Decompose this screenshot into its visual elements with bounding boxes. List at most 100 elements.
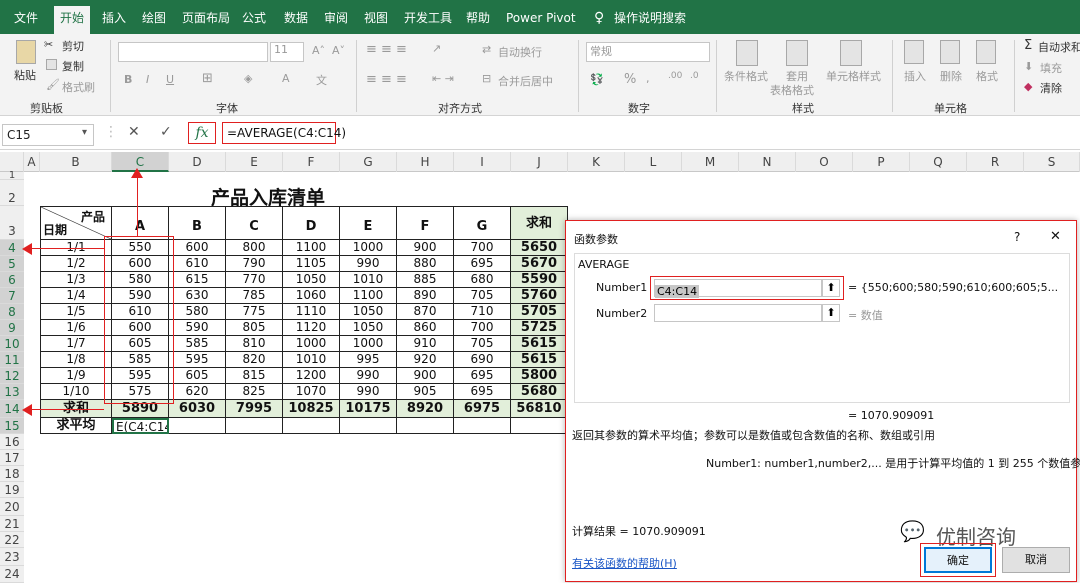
tab-review[interactable]: 审阅 [318,8,354,34]
average-row-label[interactable]: 求平均 [40,418,112,434]
cell-styles-icon[interactable] [840,40,862,66]
cell-styles-button[interactable]: 单元格样式 [826,68,881,84]
table-cell[interactable]: 680 [454,272,511,288]
format-cells-button[interactable]: 格式 [976,68,998,84]
column-header[interactable]: I [454,152,511,172]
ok-button[interactable]: 确定 [924,547,992,573]
table-cell[interactable]: 1100 [283,240,340,256]
table-cell[interactable]: 605 [169,368,226,384]
italic-button[interactable]: I [146,73,149,86]
tab-page-layout[interactable]: 页面布局 [176,8,236,34]
row-sum-cell[interactable]: 5590 [511,272,568,288]
row-sum-cell[interactable]: 5615 [511,336,568,352]
table-cell[interactable]: 585 [169,336,226,352]
row-header[interactable]: 10 [0,336,24,352]
row-header[interactable]: 12 [0,368,24,384]
tab-data[interactable]: 数据 [278,8,314,34]
fill-color-icon[interactable]: ◈ [244,72,252,85]
paste-icon[interactable] [16,40,36,64]
column-header[interactable]: H [397,152,454,172]
wrap-text-icon[interactable]: ⇄ [482,43,491,56]
format-as-table-icon[interactable] [786,40,808,66]
format-painter-button[interactable]: 格式刷 [62,79,95,95]
table-cell[interactable]: 1000 [283,336,340,352]
table-cell[interactable]: 690 [454,352,511,368]
copy-icon[interactable] [46,59,57,70]
table-cell[interactable]: 995 [340,352,397,368]
tab-formulas[interactable]: 公式 [236,8,272,34]
name-box-dropdown-icon[interactable]: ▾ [82,127,87,138]
table-cell[interactable]: 1050 [283,272,340,288]
function-help-link[interactable]: 有关该函数的帮助(H) [572,555,677,571]
table-cell[interactable]: 1060 [283,288,340,304]
total-cell[interactable]: 56810 [511,400,568,418]
table-cell[interactable]: 615 [169,272,226,288]
merge-icon[interactable]: ⊟ [482,72,491,85]
table-cell[interactable]: 580 [169,304,226,320]
table-cell[interactable]: 1070 [283,384,340,400]
date-cell[interactable]: 1/7 [40,336,112,352]
font-color-icon[interactable]: A [282,72,290,85]
product-header-cell[interactable]: F [397,206,454,240]
comma-icon[interactable]: , [646,72,650,85]
table-cell[interactable]: 695 [454,256,511,272]
tab-file[interactable]: 文件 [8,8,44,34]
date-cell[interactable]: 1/10 [40,384,112,400]
table-cell[interactable]: 825 [226,384,283,400]
row-header[interactable]: 17 [0,450,24,466]
date-cell[interactable]: 1/2 [40,256,112,272]
table-cell[interactable]: 705 [454,288,511,304]
column-header[interactable]: P [853,152,910,172]
cut-button[interactable]: 剪切 [62,38,84,54]
table-cell[interactable]: 790 [226,256,283,272]
row-header[interactable]: 21 [0,516,24,532]
row-header[interactable]: 15 [0,418,24,434]
average-cell[interactable] [226,418,283,434]
merge-center-button[interactable]: 合并后居中 [498,73,553,89]
name-box[interactable]: C15 [2,124,94,146]
table-cell[interactable]: 880 [397,256,454,272]
column-header[interactable]: N [739,152,796,172]
row-header[interactable]: 14 [0,400,24,418]
row-header[interactable]: 23 [0,548,24,566]
table-cell[interactable]: 990 [340,256,397,272]
row-sum-cell[interactable]: 5705 [511,304,568,320]
tab-developer[interactable]: 开发工具 [398,8,458,34]
table-cell[interactable]: 1000 [340,240,397,256]
decrease-decimal-icon[interactable]: .0 [690,71,699,81]
row-header[interactable]: 18 [0,466,24,482]
date-cell[interactable]: 1/4 [40,288,112,304]
row-header[interactable]: 3 [0,206,24,240]
row-sum-cell[interactable]: 5650 [511,240,568,256]
column-header[interactable]: K [568,152,625,172]
percent-button[interactable]: % [624,72,636,87]
enter-formula-icon[interactable]: ✓ [160,124,172,140]
average-cell[interactable] [283,418,340,434]
insert-function-icon[interactable]: fx [188,122,216,144]
row-header[interactable]: 19 [0,482,24,498]
column-header[interactable]: F [283,152,340,172]
product-header-cell[interactable]: B [169,206,226,240]
row-header[interactable]: 2 [0,180,24,206]
tell-me-search[interactable]: 操作说明搜索 [608,8,692,34]
row-sum-cell[interactable]: 5670 [511,256,568,272]
row-header[interactable]: 7 [0,288,24,304]
table-cell[interactable]: 1110 [283,304,340,320]
table-cell[interactable]: 1120 [283,320,340,336]
table-cell[interactable]: 990 [340,368,397,384]
accounting-icon[interactable]: 💱 [590,73,604,86]
table-cell[interactable]: 770 [226,272,283,288]
total-cell[interactable]: 10175 [340,400,397,418]
total-cell[interactable]: 7995 [226,400,283,418]
table-cell[interactable]: 695 [454,384,511,400]
table-cell[interactable]: 815 [226,368,283,384]
clear-button[interactable]: 清除 [1040,80,1062,96]
align-left-icon[interactable]: ≡ ≡ ≡ [366,72,407,87]
tab-view[interactable]: 视图 [358,8,394,34]
column-header[interactable]: B [40,152,112,172]
table-cell[interactable]: 805 [226,320,283,336]
total-cell[interactable]: 6030 [169,400,226,418]
column-header[interactable]: A [24,152,40,172]
column-header[interactable]: Q [910,152,967,172]
table-cell[interactable]: 810 [226,336,283,352]
